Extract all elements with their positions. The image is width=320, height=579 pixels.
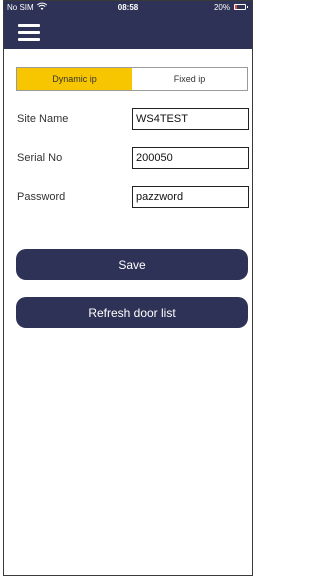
segment-fixed-ip[interactable]: Fixed ip (132, 68, 247, 90)
refresh-door-list-button[interactable]: Refresh door list (16, 297, 248, 328)
site-name-label: Site Name (17, 113, 69, 125)
app-frame: No SIM 08:58 20% Dynamic ip Fixed ip Sit… (3, 0, 253, 576)
battery-percent: 20% (213, 3, 230, 12)
serial-no-input[interactable] (132, 147, 249, 169)
segment-dynamic-ip[interactable]: Dynamic ip (17, 68, 132, 90)
status-bar: No SIM 08:58 20% (4, 1, 252, 15)
top-nav-bar (4, 15, 252, 49)
ip-mode-toggle: Dynamic ip Fixed ip (16, 67, 248, 91)
password-input[interactable] (132, 186, 249, 208)
battery-icon (234, 4, 248, 10)
save-button[interactable]: Save (16, 249, 248, 280)
site-name-input[interactable] (132, 108, 249, 130)
password-label: Password (17, 191, 66, 203)
serial-no-label: Serial No (17, 152, 63, 164)
battery-level (235, 5, 237, 9)
hamburger-menu-icon[interactable] (18, 23, 40, 41)
